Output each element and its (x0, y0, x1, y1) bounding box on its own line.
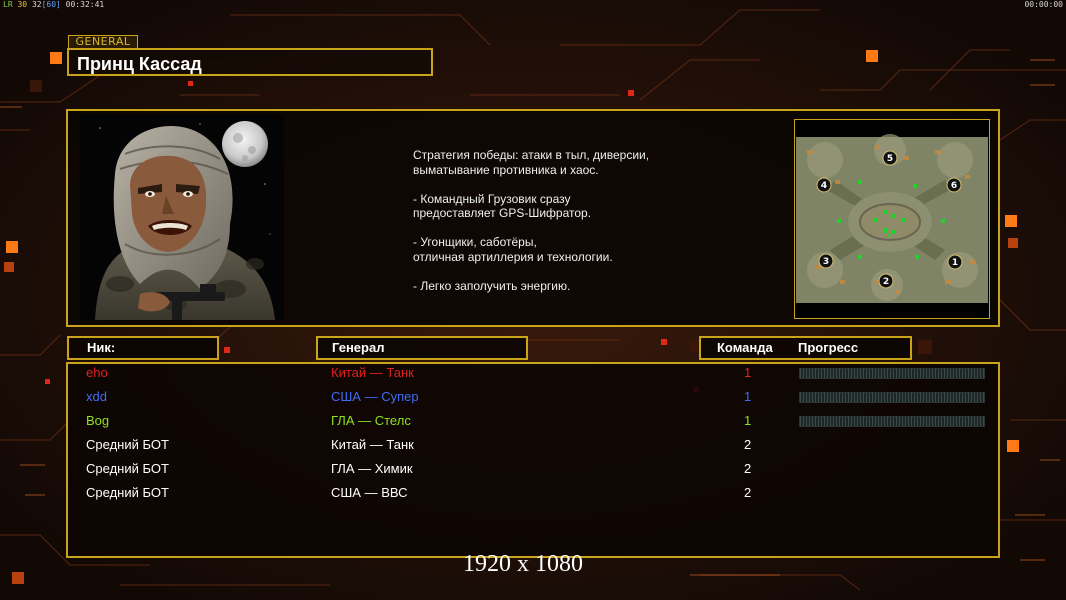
svg-text:3: 3 (823, 257, 829, 267)
player-row: Средний БОТ США — ВВС 2 (0, 483, 1066, 503)
player-nick: Средний БОТ (86, 437, 169, 452)
map-image: 5 4 6 3 1 2 (795, 120, 989, 318)
player-general: ГЛА — Стелс (331, 413, 411, 428)
general-column-header: Генерал (316, 336, 528, 360)
description-line-1: Стратегия победы: атаки в тыл, диверсии,… (413, 148, 650, 177)
player-nick: Средний БОТ (86, 461, 169, 476)
player-progress-bar (799, 368, 985, 379)
description-line-2: - Командный Грузовик сразу предоставляет… (413, 191, 592, 221)
player-team: 2 (744, 461, 752, 476)
description-line-4: - Легко заполучить энергию. (413, 278, 571, 293)
map-start-5: 5 (882, 150, 898, 166)
map-start-4: 4 (816, 177, 832, 193)
nick-header-label: Ник: (87, 340, 116, 355)
portrait-image (80, 114, 284, 320)
general-name: Принц Кассад (67, 48, 433, 76)
player-general: ГЛА — Химик (331, 461, 413, 476)
player-team: 1 (744, 413, 752, 428)
player-progress-bar (799, 392, 985, 403)
hud-prefix: LR (3, 0, 13, 9)
map-start-2: 2 (878, 273, 894, 289)
general-tag: GENERAL (68, 35, 138, 49)
description-line-3: - Угонщики, саботёры, отличная артиллери… (413, 235, 613, 264)
map-start-1: 1 (947, 254, 963, 270)
strategy-description: Стратегия победы: атаки в тыл, диверсии,… (413, 148, 713, 308)
player-team: 2 (744, 437, 752, 452)
progress-header-label: Прогресс (798, 340, 859, 355)
general-header-label: Генерал (332, 340, 385, 355)
hud-fps: 30 (17, 0, 28, 9)
player-nick: Средний БОТ (86, 485, 169, 500)
player-row: Средний БОТ ГЛА — Химик 2 (0, 459, 1066, 479)
hud-time-right: 00:00:00 (1024, 0, 1063, 9)
map-start-6: 6 (946, 177, 962, 193)
player-general: Китай — Танк (331, 437, 414, 452)
player-team: 1 (744, 365, 752, 380)
svg-text:2: 2 (883, 277, 889, 287)
hud-max: [60] (41, 0, 61, 9)
hud-limit: 32 (31, 0, 42, 9)
player-progress-bar (799, 416, 985, 427)
player-general: США — ВВС (331, 485, 408, 500)
player-general: Китай — Танк (331, 365, 414, 380)
player-nick: Bog (86, 413, 110, 428)
player-general: США — Супер (331, 389, 419, 404)
player-row: eho Китай — Танк 1 (0, 363, 1066, 383)
hud-time-left: 00:32:41 (65, 0, 105, 9)
player-row: Средний БОТ Китай — Танк 2 (0, 435, 1066, 455)
resolution-overlay: 1920 x 1080 (463, 551, 583, 577)
svg-text:4: 4 (821, 181, 827, 191)
player-team: 1 (744, 389, 752, 404)
player-nick: xdd (86, 389, 107, 404)
player-team: 2 (744, 485, 752, 500)
svg-text:6: 6 (951, 181, 957, 191)
team-progress-header: Команда Прогресс (699, 336, 912, 360)
player-nick: eho (86, 365, 108, 380)
map-preview[interactable]: 5 4 6 3 1 2 (794, 119, 990, 319)
svg-text:1: 1 (952, 258, 958, 268)
team-header-label: Команда (717, 340, 773, 355)
nick-column-header: Ник: (67, 336, 219, 360)
player-row: Bog ГЛА — Стелс 1 (0, 411, 1066, 431)
general-portrait (80, 114, 284, 320)
svg-text:5: 5 (887, 154, 893, 164)
player-row: xdd США — Супер 1 (0, 387, 1066, 407)
map-start-3: 3 (818, 253, 834, 269)
hud-stats: LR 30 32[60] 00:32:41 (3, 0, 104, 9)
